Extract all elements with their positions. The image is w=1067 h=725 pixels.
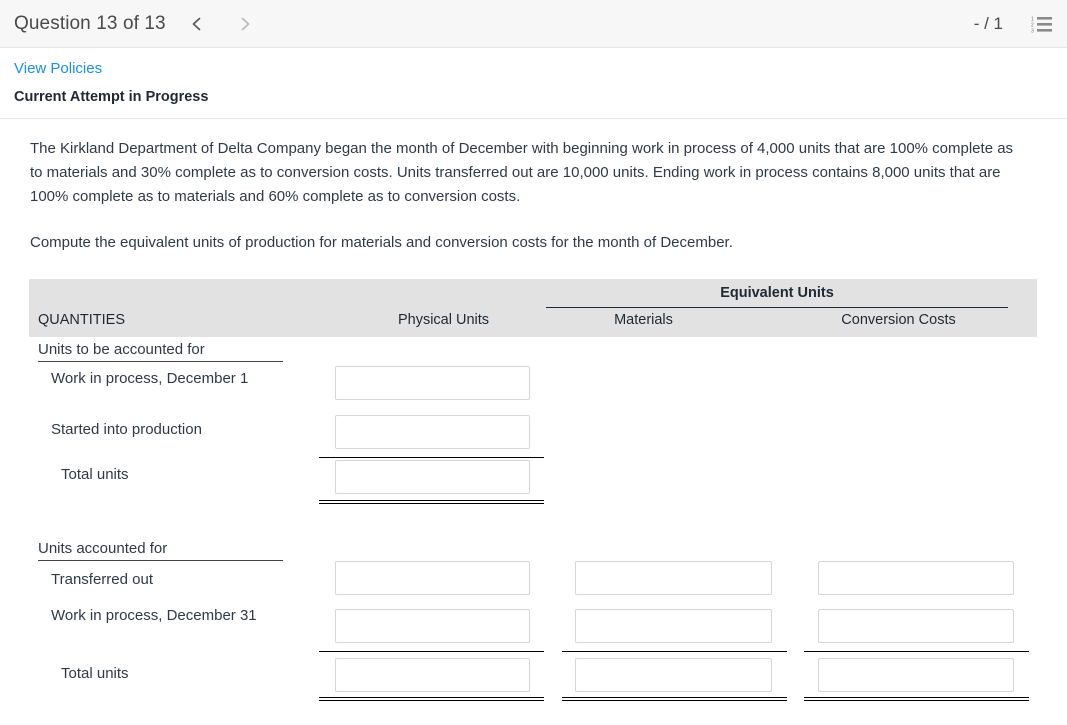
input-total-units-1-physical[interactable]	[335, 460, 530, 494]
total-rule-physical-1	[319, 500, 544, 504]
input-wip-dec1-physical[interactable]	[335, 366, 530, 400]
row-label-started-into-production: Started into production	[51, 421, 202, 438]
column-header-equivalent-units: Equivalent Units	[720, 285, 834, 301]
input-wip-dec31-materials[interactable]	[575, 609, 772, 643]
input-total-units-2-materials[interactable]	[575, 658, 772, 692]
question-nav	[188, 15, 254, 33]
row-label-transferred-out: Transferred out	[51, 571, 153, 588]
total-rule-materials	[562, 697, 787, 701]
row-label-wip-december-31: Work in process, December 31	[51, 607, 257, 624]
svg-text:3: 3	[1031, 28, 1034, 33]
problem-paragraph-1: The Kirkland Department of Delta Company…	[30, 140, 1014, 205]
input-transferred-out-conversion[interactable]	[818, 561, 1014, 595]
subtotal-rule-materials	[562, 651, 787, 652]
score-display: - / 1	[973, 14, 1003, 33]
column-header-physical-units: Physical Units	[397, 312, 490, 328]
input-wip-dec31-physical[interactable]	[335, 609, 530, 643]
subtotal-rule-conversion	[804, 651, 1029, 652]
policies-row: View Policies	[0, 48, 1067, 78]
problem-statement: The Kirkland Department of Delta Company…	[0, 119, 1067, 255]
question-counter: Question 13 of 13	[14, 12, 166, 34]
input-transferred-out-physical[interactable]	[335, 561, 530, 595]
worksheet-header: QUANTITIES Physical Units Equivalent Uni…	[29, 279, 1037, 337]
section-heading-units-accounted-for: Units accounted for	[38, 540, 283, 561]
view-policies-link[interactable]: View Policies	[14, 60, 102, 77]
input-total-units-2-physical[interactable]	[335, 658, 530, 692]
total-rule-conversion	[804, 697, 1029, 701]
column-header-quantities: QUANTITIES	[38, 312, 126, 328]
total-rule-physical-2	[319, 697, 544, 701]
chevron-left-icon[interactable]	[188, 15, 206, 33]
question-bar: Question 13 of 13 - / 1 1 2 3	[0, 0, 1067, 48]
numbered-list-icon[interactable]: 1 2 3	[1031, 15, 1053, 33]
attempt-row: Current Attempt in Progress	[0, 78, 1067, 119]
equivalent-units-rule	[546, 307, 1008, 308]
input-transferred-out-materials[interactable]	[575, 561, 772, 595]
column-header-materials: Materials	[614, 312, 673, 328]
worksheet-body: Units to be accounted for Work in proces…	[29, 337, 1037, 725]
row-label-total-units-1: Total units	[61, 466, 129, 483]
problem-paragraph-2: Compute the equivalent units of producti…	[30, 234, 733, 251]
section-heading-units-to-be-accounted-for: Units to be accounted for	[38, 341, 283, 362]
chevron-right-icon[interactable]	[236, 15, 254, 33]
input-wip-dec31-conversion[interactable]	[818, 609, 1014, 643]
subtotal-rule-physical-1	[319, 457, 544, 458]
row-label-total-units-2: Total units	[61, 665, 129, 682]
row-label-wip-december-1: Work in process, December 1	[51, 370, 249, 387]
input-started-into-production-physical[interactable]	[335, 415, 530, 449]
column-header-conversion-costs: Conversion Costs	[841, 312, 956, 328]
input-total-units-2-conversion[interactable]	[818, 658, 1014, 692]
quantities-worksheet: QUANTITIES Physical Units Equivalent Uni…	[29, 279, 1037, 725]
question-bar-right: - / 1 1 2 3	[974, 0, 1053, 48]
subtotal-rule-physical-2	[319, 651, 544, 652]
attempt-status: Current Attempt in Progress	[14, 89, 209, 105]
